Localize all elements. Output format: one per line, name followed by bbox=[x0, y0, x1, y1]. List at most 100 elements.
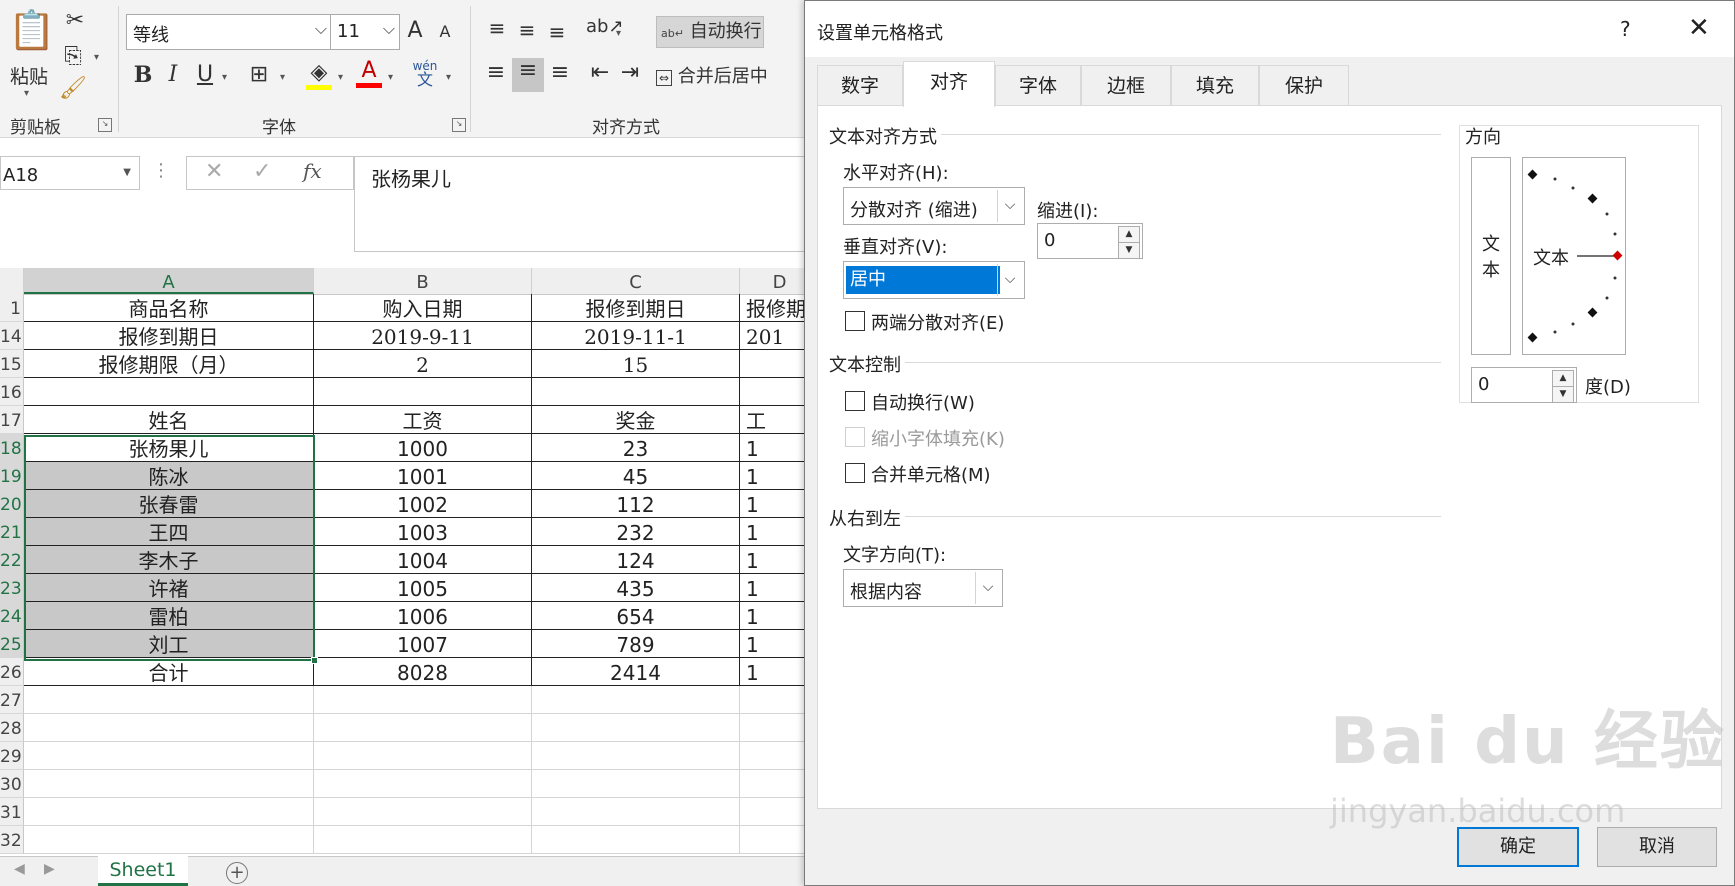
row-header[interactable]: 30 bbox=[0, 770, 24, 798]
italic-button[interactable]: I bbox=[160, 62, 186, 87]
wrap-text-label[interactable]: 自动换行(W) bbox=[871, 389, 975, 415]
degrees-spinner[interactable]: 0 ▲ ▼ bbox=[1471, 367, 1577, 403]
row-header[interactable]: 31 bbox=[0, 798, 24, 826]
phonetic-icon[interactable]: wén 文 bbox=[410, 60, 440, 88]
table-cell[interactable] bbox=[24, 826, 314, 854]
table-cell[interactable]: 姓名 bbox=[24, 406, 314, 434]
border-dropdown-icon[interactable]: ▾ bbox=[280, 72, 285, 83]
table-cell[interactable] bbox=[24, 770, 314, 798]
table-cell[interactable]: 2414 bbox=[532, 658, 740, 686]
wrap-text-checkbox[interactable] bbox=[845, 391, 865, 411]
clipboard-launcher-icon[interactable]: ↘ bbox=[98, 118, 112, 132]
orientation-icon[interactable]: ab↗ bbox=[586, 16, 624, 37]
spin-down-icon[interactable]: ▼ bbox=[1118, 242, 1140, 259]
spin-up-icon[interactable]: ▲ bbox=[1118, 226, 1140, 243]
table-cell[interactable]: 15 bbox=[532, 350, 740, 378]
row-header[interactable]: 27 bbox=[0, 686, 24, 714]
table-cell[interactable]: 1001 bbox=[314, 462, 532, 490]
paste-icon[interactable]: 📋 bbox=[8, 8, 55, 58]
vertical-text-toggle[interactable]: 文 本 bbox=[1471, 157, 1511, 355]
text-direction-select[interactable]: 根据内容 ⌵ bbox=[843, 569, 1003, 607]
fill-handle[interactable] bbox=[311, 657, 318, 664]
table-cell[interactable] bbox=[314, 378, 532, 406]
row-header[interactable]: 22 bbox=[0, 546, 24, 574]
table-cell[interactable]: 1006 bbox=[314, 602, 532, 630]
table-cell[interactable] bbox=[24, 378, 314, 406]
row-header[interactable]: 19 bbox=[0, 462, 24, 490]
table-cell[interactable] bbox=[532, 826, 740, 854]
row-header[interactable]: 15 bbox=[0, 350, 24, 378]
tab-protection[interactable]: 保护 bbox=[1259, 65, 1349, 105]
orientation-dropdown-icon[interactable]: ▾ bbox=[616, 28, 621, 39]
table-cell[interactable]: 23 bbox=[532, 434, 740, 462]
row-header[interactable]: 14 bbox=[0, 322, 24, 350]
corner-select-all[interactable] bbox=[0, 268, 24, 294]
paste-dropdown-icon[interactable]: ▾ bbox=[24, 88, 29, 99]
table-cell[interactable]: 124 bbox=[532, 546, 740, 574]
chevron-down-icon[interactable]: ⌵ bbox=[383, 19, 395, 39]
cancel-button[interactable]: 取消 bbox=[1597, 827, 1717, 867]
table-cell[interactable]: 2019-9-11 bbox=[314, 322, 532, 350]
spin-down-icon[interactable]: ▼ bbox=[1552, 386, 1574, 403]
table-cell[interactable]: 435 bbox=[532, 574, 740, 602]
row-header[interactable]: 18 bbox=[0, 434, 24, 462]
cancel-entry-icon[interactable]: ✕ bbox=[205, 159, 223, 184]
orientation-dial[interactable]: 文本 bbox=[1522, 157, 1626, 355]
table-cell[interactable] bbox=[314, 742, 532, 770]
grow-font-icon[interactable]: A bbox=[404, 18, 426, 43]
font-launcher-icon[interactable]: ↘ bbox=[452, 118, 466, 132]
table-cell[interactable] bbox=[532, 714, 740, 742]
table-cell[interactable]: 1004 bbox=[314, 546, 532, 574]
table-cell[interactable]: 2 bbox=[314, 350, 532, 378]
table-cell[interactable]: 1007 bbox=[314, 630, 532, 658]
table-cell[interactable]: 789 bbox=[532, 630, 740, 658]
table-cell[interactable]: 商品名称 bbox=[24, 294, 314, 322]
row-header[interactable]: 28 bbox=[0, 714, 24, 742]
insert-function-icon[interactable]: fx bbox=[303, 159, 322, 183]
indent-spinner[interactable]: 0 ▲ ▼ bbox=[1037, 223, 1143, 259]
table-cell[interactable]: 1000 bbox=[314, 434, 532, 462]
table-cell[interactable] bbox=[24, 742, 314, 770]
table-cell[interactable] bbox=[532, 742, 740, 770]
table-cell[interactable]: 8028 bbox=[314, 658, 532, 686]
column-header[interactable]: B bbox=[314, 268, 532, 294]
table-cell[interactable] bbox=[314, 826, 532, 854]
paste-button[interactable]: 粘贴 bbox=[4, 62, 54, 89]
font-color-dropdown-icon[interactable]: ▾ bbox=[388, 72, 393, 83]
more-options-icon[interactable]: ⋮ bbox=[152, 160, 170, 181]
scroll-left-icon[interactable]: ◀ bbox=[14, 861, 25, 877]
border-icon[interactable]: ⊞ bbox=[246, 62, 272, 87]
table-cell[interactable]: 报修到期日 bbox=[532, 294, 740, 322]
phonetic-dropdown-icon[interactable]: ▾ bbox=[446, 72, 451, 83]
merge-cells-checkbox[interactable] bbox=[845, 463, 865, 483]
cut-icon[interactable]: ✂ bbox=[60, 8, 90, 33]
tab-number[interactable]: 数字 bbox=[817, 65, 903, 105]
row-header[interactable]: 23 bbox=[0, 574, 24, 602]
vertical-align-select[interactable]: 居中 ⌵ bbox=[843, 261, 1025, 299]
tab-border[interactable]: 边框 bbox=[1081, 65, 1171, 105]
table-cell[interactable] bbox=[314, 686, 532, 714]
row-header[interactable]: 16 bbox=[0, 378, 24, 406]
row-header[interactable]: 17 bbox=[0, 406, 24, 434]
align-middle-icon[interactable]: ≡ bbox=[514, 18, 540, 42]
table-cell[interactable] bbox=[532, 770, 740, 798]
table-cell[interactable]: 购入日期 bbox=[314, 294, 532, 322]
table-cell[interactable]: 报修到期日 bbox=[24, 322, 314, 350]
row-header[interactable]: 29 bbox=[0, 742, 24, 770]
spin-up-icon[interactable]: ▲ bbox=[1552, 370, 1574, 387]
chevron-down-icon[interactable]: ⌵ bbox=[975, 572, 1000, 604]
table-cell[interactable]: 奖金 bbox=[532, 406, 740, 434]
align-top-icon[interactable]: ≡ bbox=[484, 16, 510, 40]
copy-dropdown-icon[interactable]: ▾ bbox=[94, 52, 99, 63]
table-cell[interactable]: 工资 bbox=[314, 406, 532, 434]
merge-cells-label[interactable]: 合并单元格(M) bbox=[871, 461, 991, 487]
tab-fill[interactable]: 填充 bbox=[1171, 65, 1259, 105]
align-right-icon[interactable]: ≡ bbox=[546, 60, 574, 85]
table-cell[interactable] bbox=[314, 798, 532, 826]
add-sheet-icon[interactable]: + bbox=[226, 862, 248, 884]
close-icon[interactable]: ✕ bbox=[1688, 13, 1710, 43]
chevron-down-icon[interactable]: ⌵ bbox=[315, 19, 327, 39]
decrease-indent-icon[interactable]: ⇤ bbox=[586, 60, 614, 85]
table-cell[interactable]: 报修期限（月） bbox=[24, 350, 314, 378]
row-header[interactable]: 20 bbox=[0, 490, 24, 518]
